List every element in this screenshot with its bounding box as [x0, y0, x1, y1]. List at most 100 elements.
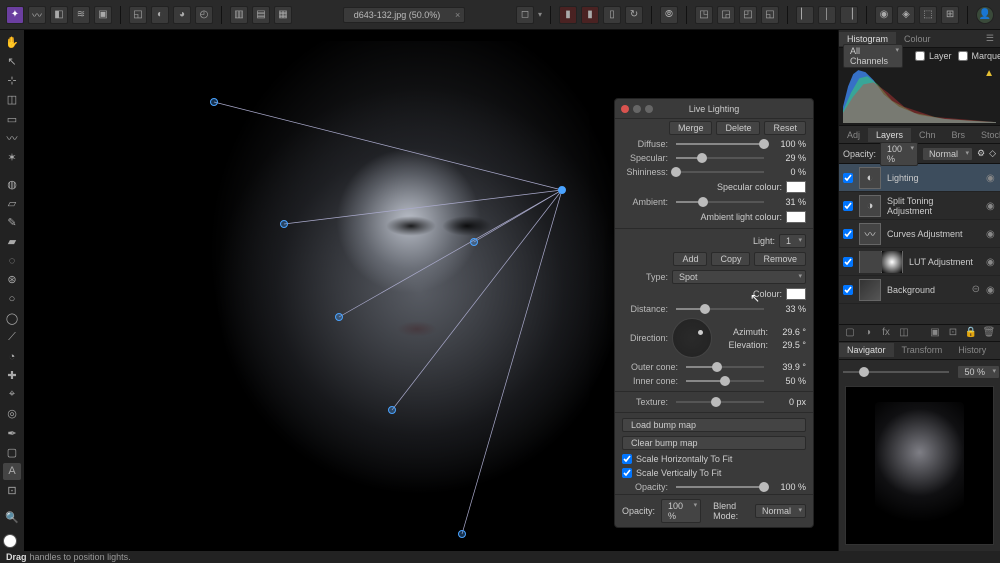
specular-slider[interactable] — [676, 153, 764, 163]
account-icon[interactable]: 👤 — [976, 6, 994, 24]
layer-eye-icon[interactable]: ◉ — [986, 257, 996, 267]
mode-red-b-icon[interactable]: ▮ — [581, 6, 599, 24]
load-bump-button[interactable]: Load bump map — [622, 418, 806, 432]
persona-develop-icon[interactable]: ◧ — [50, 6, 68, 24]
delete-button[interactable]: Delete — [716, 121, 760, 135]
diffuse-slider[interactable] — [676, 139, 764, 149]
tab-adj[interactable]: Adj — [839, 128, 868, 142]
toggle-b-icon[interactable]: ▤ — [252, 6, 270, 24]
layer-eye-icon[interactable]: ◉ — [986, 285, 996, 295]
arrange-c-icon[interactable]: ◰ — [739, 6, 757, 24]
lock-layer-icon[interactable]: 🔒 — [964, 326, 978, 340]
tab-stock[interactable]: Stock — [973, 128, 1000, 142]
light-handle[interactable] — [280, 220, 288, 228]
shininess-slider[interactable] — [676, 167, 764, 177]
light-handle[interactable] — [210, 98, 218, 106]
app-logo-icon[interactable]: ✦ — [6, 6, 24, 24]
crop-tool-icon[interactable]: ◫ — [3, 91, 21, 108]
tab-colour[interactable]: Colour — [896, 32, 939, 46]
tab-history[interactable]: History — [950, 343, 994, 357]
brush-tool-icon[interactable]: ✎ — [3, 214, 21, 231]
tab-layers[interactable]: Layers — [868, 128, 911, 142]
persona-liquify-icon[interactable]: 〰 — [28, 6, 46, 24]
close-tab-icon[interactable]: × — [455, 10, 460, 20]
layer-visibility-checkbox[interactable] — [843, 285, 853, 295]
mesh-tool-icon[interactable]: ⊡ — [3, 482, 21, 499]
mask-icon[interactable]: ▢ — [843, 326, 857, 340]
toggle-a-icon[interactable]: ▥ — [230, 6, 248, 24]
align-c-icon[interactable]: │ — [818, 6, 836, 24]
blend-mode-select[interactable]: Normal — [755, 504, 806, 518]
navigator-thumbnail[interactable] — [845, 386, 994, 546]
align-l-icon[interactable]: ▏ — [796, 6, 814, 24]
texture-slider[interactable] — [676, 397, 764, 407]
photo-icon[interactable]: ◱ — [129, 6, 147, 24]
panel-menu-icon[interactable]: ☰ — [980, 31, 1000, 46]
lasso-tool-icon[interactable]: 〰 — [3, 130, 21, 147]
layer-row[interactable]: Background⊝◉ — [839, 276, 1000, 304]
arrange-a-icon[interactable]: ◳ — [695, 6, 713, 24]
record-icon[interactable]: ⦾ — [660, 6, 678, 24]
layer-visibility-checkbox[interactable] — [843, 229, 853, 239]
gear-icon[interactable]: ⚙ — [977, 148, 985, 159]
blur-tool-icon[interactable]: ◔ — [3, 348, 21, 365]
layer-opacity-select[interactable]: 100 % — [880, 142, 918, 166]
merge-button[interactable]: Merge — [669, 121, 713, 135]
ambient-slider[interactable] — [676, 197, 764, 207]
remove-button[interactable]: Remove — [754, 252, 806, 266]
layer-add-icon[interactable]: ◇ — [989, 148, 996, 159]
bump-opacity-slider[interactable] — [676, 482, 764, 492]
specular-colour-swatch[interactable] — [786, 181, 806, 193]
layer-eye-icon[interactable]: ◉ — [986, 173, 996, 183]
tab-chn[interactable]: Chn — [911, 128, 944, 142]
layer-visibility-checkbox[interactable] — [843, 173, 853, 183]
burn-tool-icon[interactable]: ◯ — [3, 310, 21, 327]
snap-icon[interactable]: ◉ — [875, 6, 893, 24]
refresh-icon[interactable]: ↻ — [625, 6, 643, 24]
lock-icon[interactable]: ⬚ — [919, 6, 937, 24]
auto-colour-icon[interactable]: ◕ — [173, 6, 191, 24]
persona-export-icon[interactable]: ▣ — [94, 6, 112, 24]
insert-icon[interactable]: ⊞ — [941, 6, 959, 24]
layer-row[interactable]: LUT Adjustment◉ — [839, 248, 1000, 276]
hand-tool-icon[interactable]: ✋ — [3, 34, 21, 51]
erase-tool-icon[interactable]: ◌ — [3, 252, 21, 269]
light-colour-swatch[interactable] — [786, 288, 806, 300]
panel-titlebar[interactable]: Live Lighting — [615, 99, 813, 119]
ambient-colour-swatch[interactable] — [786, 211, 806, 223]
trash-icon[interactable]: 🗑 — [982, 326, 996, 340]
tab-navigator[interactable]: Navigator — [839, 343, 894, 357]
light-select[interactable]: 1 — [779, 234, 806, 248]
arrange-d-icon[interactable]: ◱ — [761, 6, 779, 24]
fill-tool-icon[interactable]: ▰ — [3, 233, 21, 250]
inner-cone-slider[interactable] — [686, 376, 764, 386]
flood-tool-icon[interactable]: ◍ — [3, 176, 21, 193]
wand-tool-icon[interactable]: ✶ — [3, 149, 21, 166]
distance-slider[interactable] — [676, 304, 764, 314]
navigator-menu-icon[interactable]: ☰ — [994, 343, 1000, 358]
colour-picker-icon[interactable]: ⊹ — [3, 72, 21, 89]
type-select[interactable]: Spot — [672, 270, 806, 284]
patch-tool-icon[interactable]: ⌖ — [3, 386, 21, 403]
layer-visibility-checkbox[interactable] — [843, 201, 853, 211]
light-handle[interactable] — [558, 186, 566, 194]
scale-h-checkbox[interactable]: Scale Horizontally To Fit — [622, 454, 732, 464]
layer-row[interactable]: ◐Lighting◉ — [839, 164, 1000, 192]
layer-eye-icon[interactable]: ◉ — [986, 201, 996, 211]
crop-layer-icon[interactable]: ◫ — [897, 326, 911, 340]
zoom-slider[interactable] — [843, 367, 949, 377]
copy-button[interactable]: Copy — [711, 252, 750, 266]
document-tab[interactable]: d643-132.jpg (50.0%) × — [343, 7, 466, 23]
tab-transform[interactable]: Transform — [894, 343, 951, 357]
scale-v-checkbox[interactable]: Scale Vertically To Fit — [622, 468, 721, 478]
clone-tool-icon[interactable]: ⊛ — [3, 271, 21, 288]
layer-row[interactable]: 〰Curves Adjustment◉ — [839, 220, 1000, 248]
mode-c-icon[interactable]: ▯ — [603, 6, 621, 24]
redeye-tool-icon[interactable]: ◎ — [3, 405, 21, 422]
zoom-tool-icon[interactable]: 🔍 — [3, 509, 21, 526]
hist-marquee-checkbox[interactable]: Marquee — [958, 51, 1000, 61]
selection-tool-icon[interactable]: ▭ — [3, 111, 21, 128]
auto-contrast-icon[interactable]: ◴ — [195, 6, 213, 24]
gradient-tool-icon[interactable]: ▱ — [3, 195, 21, 212]
light-handle[interactable] — [470, 238, 478, 246]
